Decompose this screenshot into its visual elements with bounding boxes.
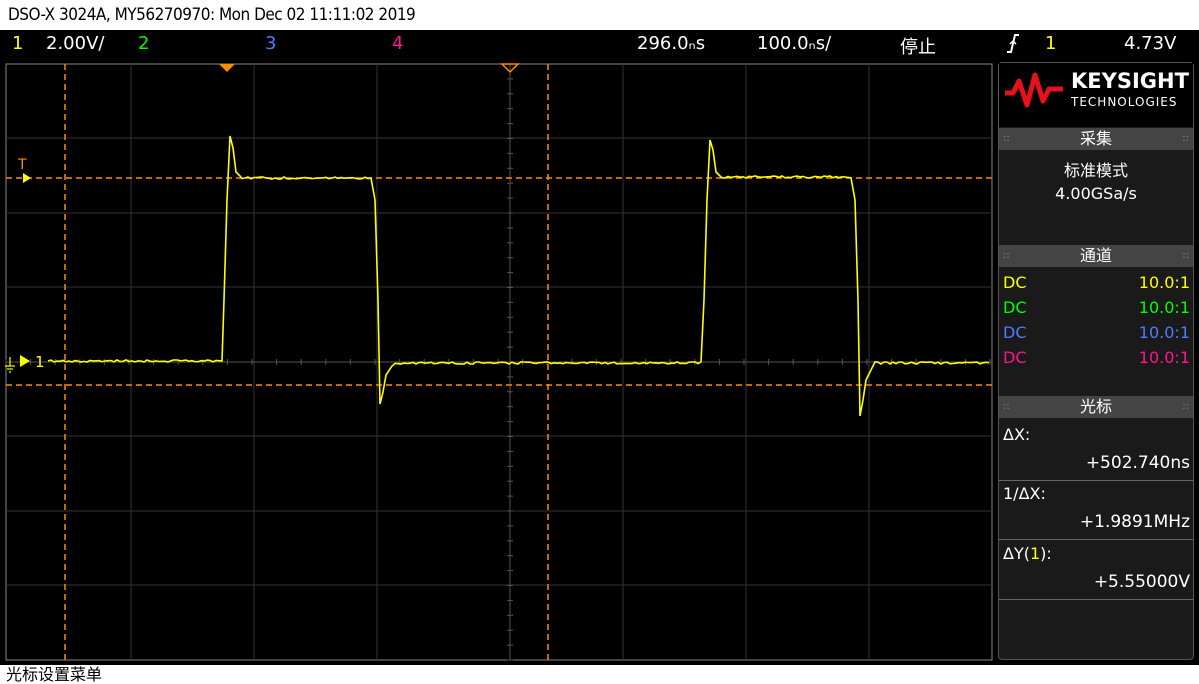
channel-row-1[interactable]: DC 10.0:1 (999, 271, 1193, 295)
cursors-header[interactable]: :: 光标 :: (999, 396, 1193, 418)
inv-delta-x-label: 1/ΔX: (1003, 484, 1046, 503)
keysight-logo: KEYSIGHT TECHNOLOGIES (999, 63, 1193, 127)
channel-row-2[interactable]: DC 10.0:1 (999, 296, 1193, 320)
trigger-level-label: T (17, 157, 27, 173)
channel-row-3[interactable]: DC 10.0:1 (999, 321, 1193, 345)
channel-row-4[interactable]: DC 10.0:1 (999, 346, 1193, 370)
ch1-ground-label: 1 (35, 353, 45, 371)
sidebar-panel: KEYSIGHT TECHNOLOGIES :: 采集 :: 标准模式 4.00… (998, 62, 1194, 660)
delta-x-label: ΔX: (1003, 425, 1030, 444)
inv-delta-x-value: +1.9891MHz (1080, 512, 1190, 532)
softkey-menu-label: 光标设置菜单 (0, 665, 1199, 684)
acquire-mode: 标准模式 (999, 157, 1193, 181)
delta-y-value: +5.55000V (1094, 572, 1190, 592)
channels-header[interactable]: :: 通道 :: (999, 245, 1193, 267)
sample-rate: 4.00GSa/s (999, 184, 1193, 203)
delta-y-label: ΔY(1): (1003, 544, 1052, 563)
acquire-header[interactable]: :: 采集 :: (999, 128, 1193, 150)
delta-x-value: +502.740ns (1086, 453, 1190, 473)
